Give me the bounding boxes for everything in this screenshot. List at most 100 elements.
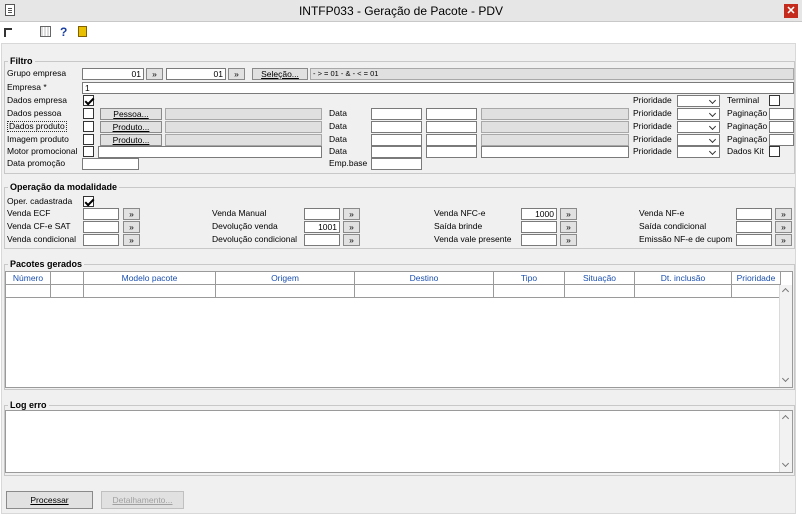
motor-promocional-input[interactable] <box>98 146 322 158</box>
grupo-empresa-to-input[interactable]: 01 <box>166 68 226 80</box>
column-header[interactable]: Origem <box>216 272 355 285</box>
table-cell[interactable] <box>635 285 732 298</box>
column-header[interactable]: Dt. inclusão <box>635 272 732 285</box>
venda-condicional-input[interactable] <box>83 234 119 246</box>
venda-vale-presente-nav-button[interactable]: » <box>560 234 577 246</box>
venda-nfce-nav-button[interactable]: » <box>560 208 577 220</box>
devolucao-venda-nav-button[interactable]: » <box>343 221 360 233</box>
venda-cfe-sat-label: Venda CF-e SAT <box>7 221 71 231</box>
scroll-down-icon[interactable] <box>781 374 790 383</box>
venda-nfce-input[interactable]: 1000 <box>521 208 557 220</box>
error-log-legend: Log erro <box>8 400 49 410</box>
paginacao-imagem-input[interactable] <box>769 134 794 146</box>
paginacao-pessoa-input[interactable] <box>769 108 794 120</box>
log-scrollbar[interactable] <box>779 411 792 472</box>
data-produto-from-input[interactable] <box>371 121 422 133</box>
table-cell[interactable] <box>565 285 635 298</box>
grupo-empresa-from-input[interactable]: 01 <box>82 68 144 80</box>
table-cell[interactable] <box>494 285 565 298</box>
column-header[interactable]: Tipo <box>494 272 565 285</box>
prioridade-imagem-select[interactable] <box>677 134 720 146</box>
imagem-produto-checkbox[interactable] <box>83 134 94 145</box>
prioridade-pessoa-select[interactable] <box>677 108 720 120</box>
venda-cfe-sat-input[interactable] <box>83 221 119 233</box>
column-header[interactable]: Destino <box>355 272 494 285</box>
dados-kit-checkbox[interactable] <box>769 146 780 157</box>
venda-vale-presente-label: Venda vale presente <box>434 234 512 244</box>
door-exit-icon[interactable] <box>78 26 87 37</box>
table-cell[interactable] <box>732 285 781 298</box>
devolucao-condicional-nav-button[interactable]: » <box>343 234 360 246</box>
calculator-icon[interactable] <box>40 26 51 37</box>
table-cell[interactable] <box>84 285 216 298</box>
selecao-button[interactable]: Seleção... <box>252 68 308 80</box>
imagem-produto-button[interactable]: Produto... <box>100 134 162 146</box>
data-pessoa-to-input[interactable] <box>426 108 477 120</box>
motor-promocional-checkbox[interactable] <box>83 146 94 157</box>
table-cell[interactable] <box>216 285 355 298</box>
saida-condicional-input[interactable] <box>736 221 772 233</box>
exit-icon[interactable] <box>4 28 12 37</box>
data-produto-label: Data <box>329 121 347 131</box>
filter-legend: Filtro <box>8 56 35 66</box>
scroll-up-icon[interactable] <box>781 287 790 296</box>
prioridade-empresa-select[interactable] <box>677 95 720 107</box>
terminal-checkbox[interactable] <box>769 95 780 106</box>
prioridade-produto-select[interactable] <box>677 121 720 133</box>
venda-cfe-sat-nav-button[interactable]: » <box>123 221 140 233</box>
data-produto-to-input[interactable] <box>426 121 477 133</box>
column-header[interactable]: Prioridade <box>732 272 781 285</box>
grupo-empresa-nav-button[interactable]: » <box>146 68 163 80</box>
grupo-empresa-to-nav-button[interactable]: » <box>228 68 245 80</box>
emissao-nfe-cupom-input[interactable] <box>736 234 772 246</box>
venda-vale-presente-input[interactable] <box>521 234 557 246</box>
devolucao-condicional-input[interactable] <box>304 234 340 246</box>
venda-condicional-nav-button[interactable]: » <box>123 234 140 246</box>
packages-table[interactable]: Número Modelo pacote Origem Destino Tipo… <box>5 271 793 388</box>
table-cell[interactable] <box>355 285 494 298</box>
saida-condicional-nav-button[interactable]: » <box>775 221 792 233</box>
help-icon[interactable]: ? <box>60 25 67 39</box>
data-motor-from-input[interactable] <box>371 146 422 158</box>
venda-manual-input[interactable] <box>304 208 340 220</box>
scroll-down-icon[interactable] <box>781 459 790 468</box>
dados-pessoa-label: Dados pessoa <box>7 108 62 118</box>
produto-button[interactable]: Produto... <box>100 121 162 133</box>
close-button[interactable]: ✕ <box>784 4 798 18</box>
empresa-input[interactable]: 1 <box>82 82 794 94</box>
column-header[interactable]: Modelo pacote <box>84 272 216 285</box>
emissao-nfe-cupom-nav-button[interactable]: » <box>775 234 792 246</box>
column-header[interactable]: Número <box>6 272 51 285</box>
dados-pessoa-checkbox[interactable] <box>83 108 94 119</box>
column-header[interactable]: Situação <box>565 272 635 285</box>
data-motor-extra-input[interactable] <box>481 146 629 158</box>
error-log-textarea[interactable] <box>5 410 793 473</box>
oper-cadastrada-checkbox[interactable] <box>83 196 94 207</box>
table-cell[interactable] <box>6 285 51 298</box>
packages-scrollbar[interactable] <box>779 285 792 387</box>
venda-manual-nav-button[interactable]: » <box>343 208 360 220</box>
devolucao-venda-input[interactable]: 1001 <box>304 221 340 233</box>
prioridade-motor-select[interactable] <box>677 146 720 158</box>
venda-ecf-label: Venda ECF <box>7 208 51 218</box>
venda-nfe-nav-button[interactable]: » <box>775 208 792 220</box>
data-motor-to-input[interactable] <box>426 146 477 158</box>
table-cell[interactable] <box>51 285 84 298</box>
data-imagem-from-input[interactable] <box>371 134 422 146</box>
dados-empresa-checkbox[interactable] <box>83 95 94 106</box>
data-pessoa-from-input[interactable] <box>371 108 422 120</box>
data-promocao-input[interactable] <box>82 158 139 170</box>
pessoa-button[interactable]: Pessoa... <box>100 108 162 120</box>
detalhamento-button[interactable]: Detalhamento... <box>101 491 184 509</box>
saida-brinde-nav-button[interactable]: » <box>560 221 577 233</box>
emp-base-input[interactable] <box>371 158 422 170</box>
paginacao-produto-input[interactable] <box>769 121 794 133</box>
scroll-up-icon[interactable] <box>781 414 790 423</box>
venda-ecf-input[interactable] <box>83 208 119 220</box>
dados-produto-checkbox[interactable] <box>83 121 94 132</box>
venda-ecf-nav-button[interactable]: » <box>123 208 140 220</box>
saida-brinde-input[interactable] <box>521 221 557 233</box>
data-imagem-to-input[interactable] <box>426 134 477 146</box>
venda-nfe-input[interactable] <box>736 208 772 220</box>
processar-button[interactable]: Processar <box>6 491 93 509</box>
